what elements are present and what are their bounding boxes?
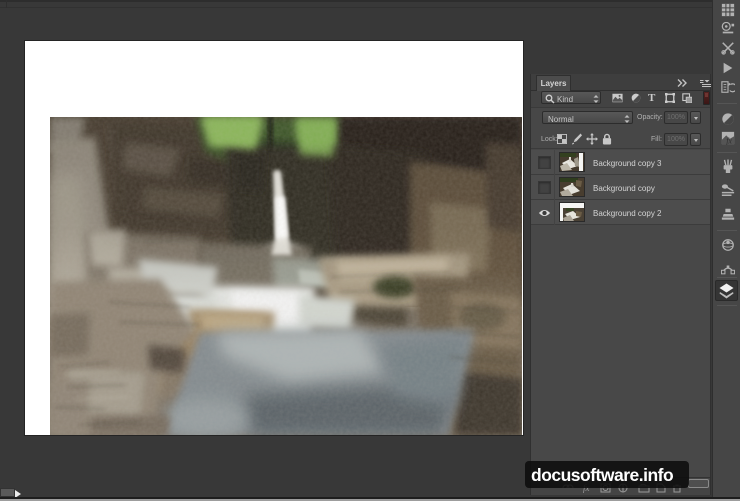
svg-text:fx: fx [726,136,732,145]
